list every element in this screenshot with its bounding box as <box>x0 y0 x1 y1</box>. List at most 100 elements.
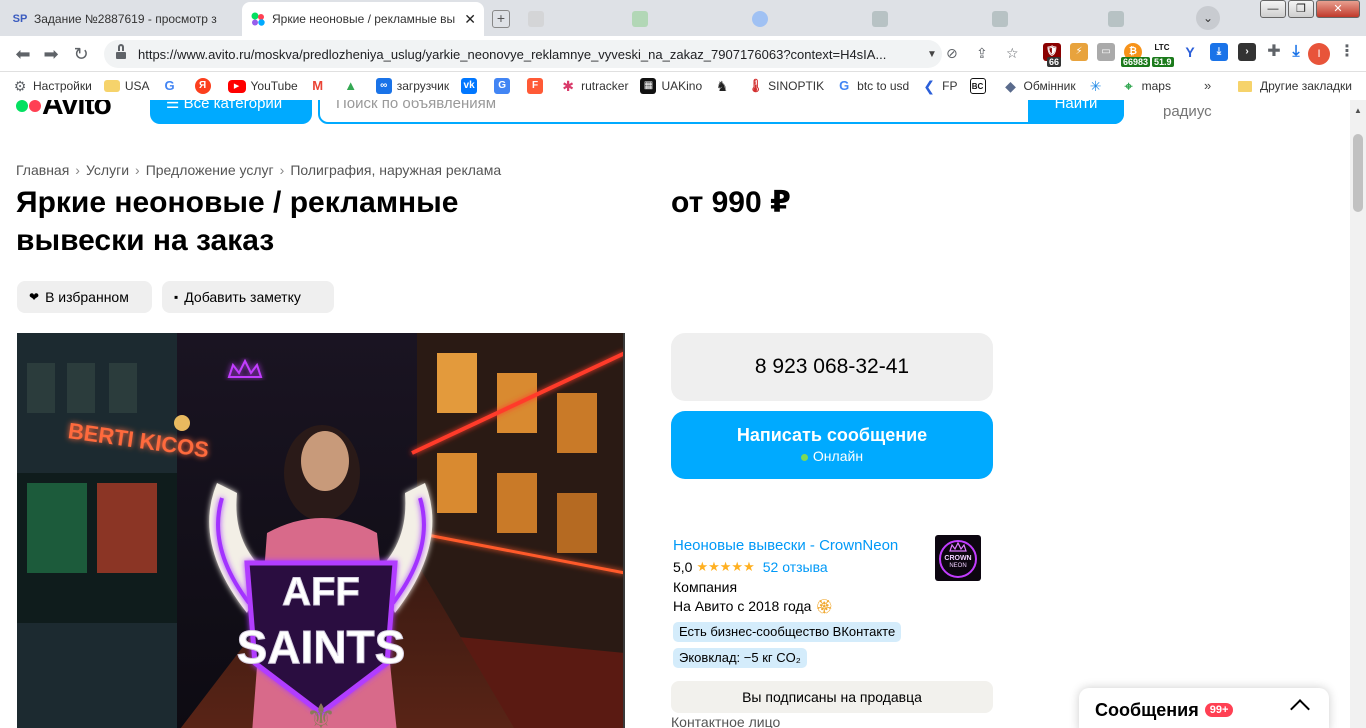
all-categories-button[interactable]: ☰ Все категории <box>150 100 312 124</box>
contact-person-label: Контактное лицо <box>671 714 781 728</box>
close-tab-icon[interactable]: ✕ <box>464 11 476 28</box>
new-tab-button[interactable]: + <box>492 10 510 28</box>
gmail-icon: M <box>312 78 324 93</box>
bookmark-yandex[interactable]: Я <box>189 72 222 100</box>
arrow-ext-icon[interactable]: › <box>1238 43 1256 61</box>
bookmark-google[interactable]: G <box>156 72 189 100</box>
bookmark-chess[interactable]: ♞ <box>708 72 741 100</box>
bookmark-label: UAKino <box>661 79 703 93</box>
tab-title: Яркие неоновые / рекламные вы <box>272 12 456 26</box>
dropdown-caret-icon[interactable]: ▼ <box>922 49 942 60</box>
bookmark-f[interactable]: F <box>521 72 554 100</box>
browser-tab-task[interactable]: SP Задание №2887619 - просмотр з <box>4 2 240 36</box>
add-note-button[interactable]: ▪ Добавить заметку <box>162 281 334 313</box>
download-ext-icon[interactable]: ⤓ <box>1210 43 1228 61</box>
browser-tab-faded[interactable] <box>864 2 974 36</box>
profile-avatar[interactable]: I <box>1308 43 1330 65</box>
scroll-thumb[interactable] <box>1353 134 1363 212</box>
brave-icon[interactable]: ⚡ <box>1070 43 1088 61</box>
forward-arrow-icon[interactable]: ➡ <box>40 44 62 65</box>
v-extension-icon[interactable]: Y <box>1181 43 1199 61</box>
maps-icon: ⌖ <box>1124 78 1133 94</box>
other-bookmarks[interactable]: Другие закладки <box>1238 72 1352 100</box>
reviews-link[interactable]: 52 отзыва <box>763 559 828 575</box>
breadcrumb-home[interactable]: Главная <box>16 162 69 178</box>
tag-vk-community[interactable]: Есть бизнес-сообщество ВКонтакте <box>673 622 902 642</box>
blocked-camera-icon[interactable]: ⊘ <box>946 45 958 62</box>
crown-neon-logo: CROWN NEON <box>939 540 977 578</box>
bookmark-sinoptik[interactable]: 🌡 SINOPTIK <box>741 72 830 100</box>
search-input[interactable]: Поиск по объявлениям <box>336 100 496 122</box>
radius-filter[interactable]: радиус <box>1163 103 1212 120</box>
tab-search-chevron-icon[interactable]: ⌄ <box>1196 6 1220 30</box>
bookmark-fp[interactable]: ❮ FP <box>915 72 963 100</box>
menu-icon: ☰ <box>166 100 184 112</box>
bookmarks-more-button[interactable]: » <box>1204 78 1211 93</box>
bookmark-btc-usd[interactable]: Gbtc to usd <box>830 72 915 100</box>
bookmark-label: Настройки <box>33 79 92 93</box>
downloads-icon[interactable]: ⤓ <box>1287 43 1305 61</box>
avatar-text-neon: NEON <box>949 563 966 569</box>
bookmark-drive[interactable]: ▲ <box>337 72 370 100</box>
bookmark-gmail[interactable]: M <box>304 72 337 100</box>
subscribed-button[interactable]: Вы подписаны на продавца <box>671 681 993 713</box>
phone-number-button[interactable]: 8 923 068-32-41 <box>671 333 993 401</box>
maximize-button[interactable]: ❐ <box>1288 0 1314 18</box>
bookmark-downloader[interactable]: ∞ загрузчик <box>370 72 455 100</box>
write-message-button[interactable]: Написать сообщение Онлайн <box>671 411 993 479</box>
minimize-button[interactable]: — <box>1260 0 1286 18</box>
folder-icon <box>1238 80 1252 92</box>
search-button[interactable]: Найти <box>1028 100 1124 124</box>
bookmark-maps[interactable]: ⌖ maps <box>1115 72 1177 100</box>
bookmark-usa[interactable]: USA <box>98 72 156 100</box>
browser-tab-faded[interactable] <box>984 2 1094 36</box>
lock-icon <box>116 44 128 59</box>
browser-tab-faded[interactable] <box>744 2 854 36</box>
breadcrumb-printing[interactable]: Полиграфия, наружная реклама <box>290 162 501 178</box>
url-text[interactable]: https://www.avito.ru/moskva/predlozheniy… <box>138 47 922 62</box>
menu-kebab-icon[interactable]: ⋮ <box>1338 43 1356 61</box>
close-window-button[interactable]: ✕ <box>1316 0 1360 18</box>
all-categories-label: Все категории <box>183 100 283 112</box>
bookmark-label: rutracker <box>581 79 629 93</box>
f-icon: F <box>527 78 544 94</box>
window-controls: — ❐ ✕ <box>1258 0 1360 18</box>
puzzle-extensions-icon[interactable]: ✚ <box>1265 43 1283 61</box>
thermometer-icon: 🌡 <box>747 78 764 93</box>
breadcrumb-offers[interactable]: Предложение услуг <box>146 162 274 178</box>
browser-tab-faded[interactable] <box>520 2 620 36</box>
listing-photo[interactable]: BERTI KICOS AFF SAINTS ⚜ <box>17 333 625 728</box>
search-box[interactable]: Поиск по объявлениям Найти <box>318 100 1124 124</box>
back-arrow-icon[interactable]: ⬅ <box>12 44 34 65</box>
messages-widget[interactable]: Сообщения 99+ <box>1079 688 1329 728</box>
bookmark-label: YouTube <box>250 79 298 93</box>
tag-eco-contribution[interactable]: Эковклад: −5 кг CO₂ <box>673 648 807 668</box>
bookmark-snow[interactable]: ✳ <box>1082 72 1115 100</box>
browser-tab-faded[interactable] <box>624 2 734 36</box>
bookmark-uakino[interactable]: ▦ UAKino <box>634 72 708 100</box>
share-icon[interactable]: ⇪ <box>976 45 988 62</box>
browser-tab-avito[interactable]: Яркие неоновые / рекламные вы ✕ <box>242 2 484 36</box>
page-scrollbar[interactable]: ▲ <box>1350 100 1366 728</box>
address-bar[interactable]: https://www.avito.ru/moskva/predlozheniy… <box>104 40 942 68</box>
browser-tab-faded[interactable] <box>1100 2 1190 36</box>
bookmark-youtube[interactable]: ▶ YouTube <box>222 72 304 100</box>
avito-logo[interactable]: Avito <box>16 100 112 122</box>
bookmark-rutracker[interactable]: ✱ rutracker <box>554 72 634 100</box>
scroll-up-arrow-icon[interactable]: ▲ <box>1350 106 1366 115</box>
add-note-label: Добавить заметку <box>184 289 301 305</box>
briefcase-icon[interactable]: ▭ <box>1097 43 1115 61</box>
seller-avatar[interactable]: CROWN NEON <box>935 535 981 581</box>
chevron-up-icon[interactable] <box>1290 699 1310 719</box>
favorite-button[interactable]: ❤ В избранном <box>17 281 152 313</box>
bookmark-exchanger[interactable]: ◆ Обмінник <box>997 72 1082 100</box>
bookmark-translate[interactable]: G <box>488 72 521 100</box>
seller-name-link[interactable]: Неоновые вывески - CrownNeon <box>673 537 898 554</box>
bookmark-settings[interactable]: ⚙ Настройки <box>0 72 98 100</box>
bookmark-star-icon[interactable]: ☆ <box>1006 45 1019 62</box>
reload-icon[interactable]: ↻ <box>70 44 92 65</box>
breadcrumb-services[interactable]: Услуги <box>86 162 129 178</box>
chess-icon: ♞ <box>715 78 729 94</box>
bookmark-vk[interactable]: vk <box>455 72 488 100</box>
bookmark-bc[interactable]: BC <box>964 72 997 100</box>
